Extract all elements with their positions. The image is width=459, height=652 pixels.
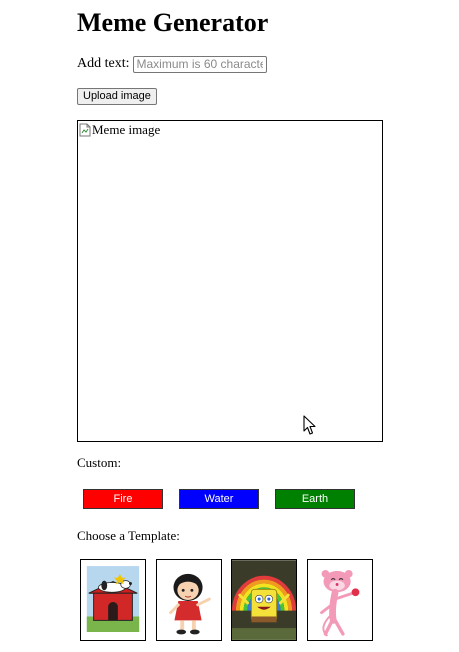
choose-template-label: Choose a Template:	[77, 528, 180, 543]
custom-label: Custom:	[77, 455, 122, 470]
page-title: Meme Generator	[77, 8, 269, 37]
spongebob-rainbow-thumbnail	[232, 560, 296, 640]
add-text-row: Add text:	[77, 55, 267, 73]
meme-image-area[interactable]: Meme image	[77, 120, 383, 442]
template-spongebob[interactable]	[231, 559, 297, 641]
snoopy-doghouse-thumbnail	[81, 560, 145, 640]
broken-image-icon	[79, 123, 91, 136]
fire-button[interactable]: Fire	[83, 489, 163, 509]
template-pink-panther[interactable]	[307, 559, 373, 641]
meme-text-input[interactable]	[132, 55, 267, 73]
template-snoopy[interactable]	[80, 559, 146, 641]
add-text-label: Add text:	[77, 56, 130, 71]
cartoon-girl-thumbnail	[157, 560, 221, 640]
mouse-pointer-icon	[303, 415, 316, 435]
template-girl[interactable]	[156, 559, 222, 641]
upload-image-button[interactable]: Upload image	[77, 88, 157, 105]
water-button[interactable]: Water	[179, 489, 259, 509]
pink-panther-thumbnail	[308, 560, 372, 640]
meme-image-alt-text: Meme image	[92, 122, 161, 137]
meme-image: Meme image	[79, 122, 160, 137]
earth-button[interactable]: Earth	[275, 489, 355, 509]
